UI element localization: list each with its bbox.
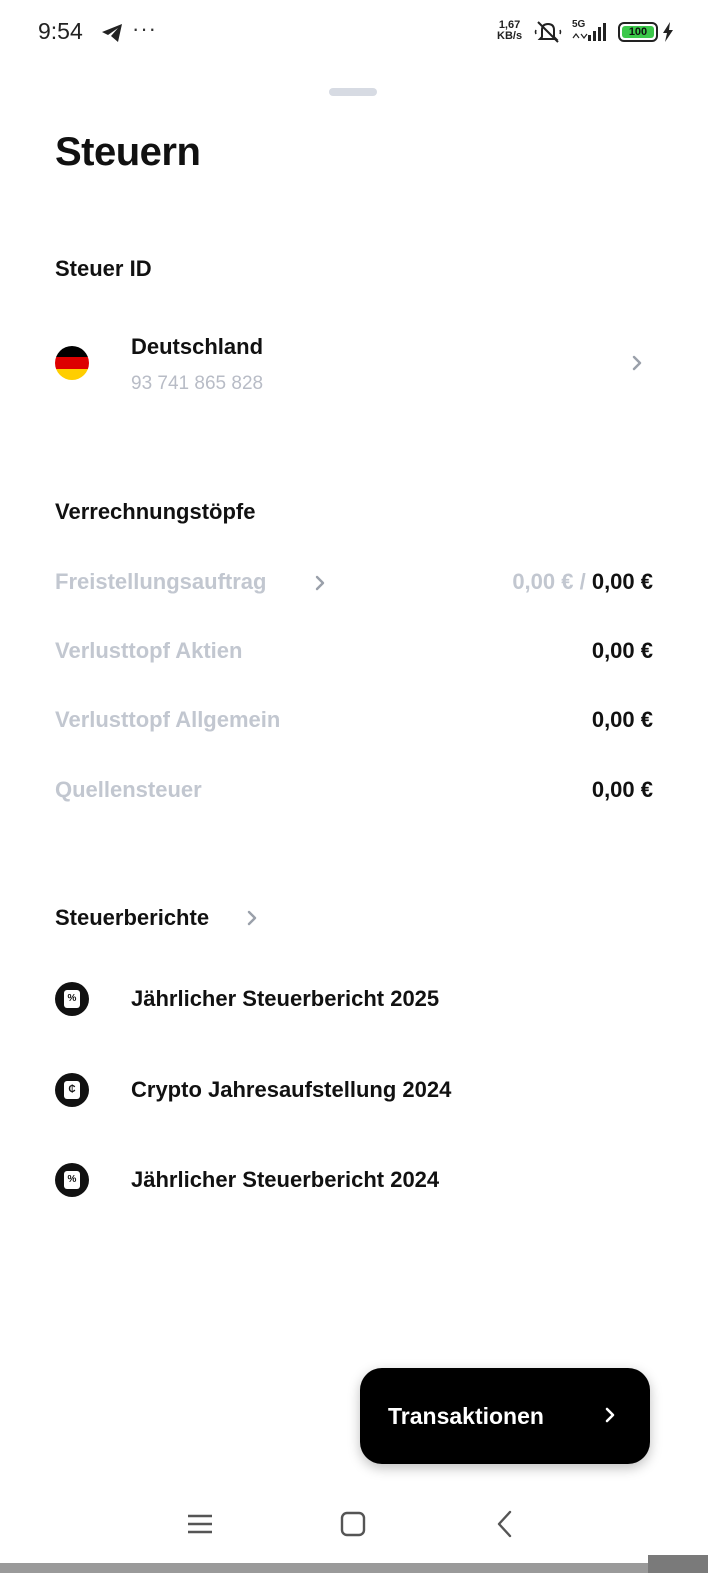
percent-document-icon: % [55,1163,89,1197]
more-notifications-icon: ··· [132,16,157,41]
system-navigation-bar [0,1490,708,1560]
chevron-right-icon [605,1407,615,1423]
status-bar: 9:54 ··· 1,67 KB/s 5G 100 [0,0,708,64]
chevron-right-icon [315,575,325,591]
pot-label: Freistellungsauftrag [55,569,267,594]
chevron-right-icon [632,355,642,371]
tax-id-section-title: Steuer ID [55,256,152,281]
charging-icon [663,22,673,42]
pot-total-value: 0,00 € [591,569,653,594]
pot-value: 0,00 € [591,707,653,732]
report-label: Jährlicher Steuerbericht 2025 [131,986,440,1011]
pot-value: 0,00 € [591,638,653,663]
sheet-drag-handle[interactable] [329,88,377,96]
chevron-right-icon [247,910,257,926]
pot-value: 0,00 € / 0,00 € [512,569,653,595]
pot-used-value: 0,00 € / [512,569,586,594]
pot-row-verlusttopf-allgemein: Verlusttopf Allgemein 0,00 € [55,701,653,741]
pot-row-freistellungsauftrag[interactable]: Freistellungsauftrag 0,00 € / 0,00 € [55,563,653,603]
bottom-edge-strip-end [648,1555,708,1573]
percent-document-icon: % [55,982,89,1016]
report-label: Crypto Jahresaufstellung 2024 [131,1077,452,1102]
tax-id-row[interactable]: Deutschland 93 741 865 828 [40,318,670,414]
back-icon[interactable] [490,1508,522,1540]
status-time: 9:54 [38,18,83,44]
svg-text:5G: 5G [572,19,586,30]
tax-id-country: Deutschland [131,334,264,359]
bottom-edge-strip [0,1563,708,1573]
network-speed: 1,67 KB/s [497,19,523,42]
crypto-document-icon: ₵ [55,1073,89,1107]
report-row[interactable]: % Jährlicher Steuerbericht 2024 [40,1145,670,1215]
reports-section-title[interactable]: Steuerberichte [55,905,209,931]
pots-section-title: Verrechnungstöpfe [55,499,256,524]
tax-id-number: 93 741 865 828 [131,373,264,394]
transactions-button-label: Transaktionen [388,1403,544,1429]
signal-icon: 5G [572,19,606,41]
transactions-button[interactable]: Transaktionen [360,1368,650,1464]
report-row[interactable]: ₵ Crypto Jahresaufstellung 2024 [40,1055,670,1125]
home-icon[interactable] [337,1508,369,1540]
mute-icon [534,21,562,43]
pot-label: Quellensteuer [55,777,202,802]
menu-icon[interactable] [184,1508,216,1540]
battery-icon: 100 [618,22,658,42]
pot-row-verlusttopf-aktien: Verlusttopf Aktien 0,00 € [55,632,653,672]
pot-label: Verlusttopf Aktien [55,638,243,663]
report-row[interactable]: % Jährlicher Steuerbericht 2025 [40,964,670,1034]
page-title: Steuern [55,130,201,174]
pot-label: Verlusttopf Allgemein [55,707,281,732]
pot-row-quellensteuer: Quellensteuer 0,00 € [55,771,653,811]
germany-flag-icon [55,346,89,380]
telegram-icon [102,24,122,42]
report-label: Jährlicher Steuerbericht 2024 [131,1167,440,1192]
pot-value: 0,00 € [591,777,653,802]
